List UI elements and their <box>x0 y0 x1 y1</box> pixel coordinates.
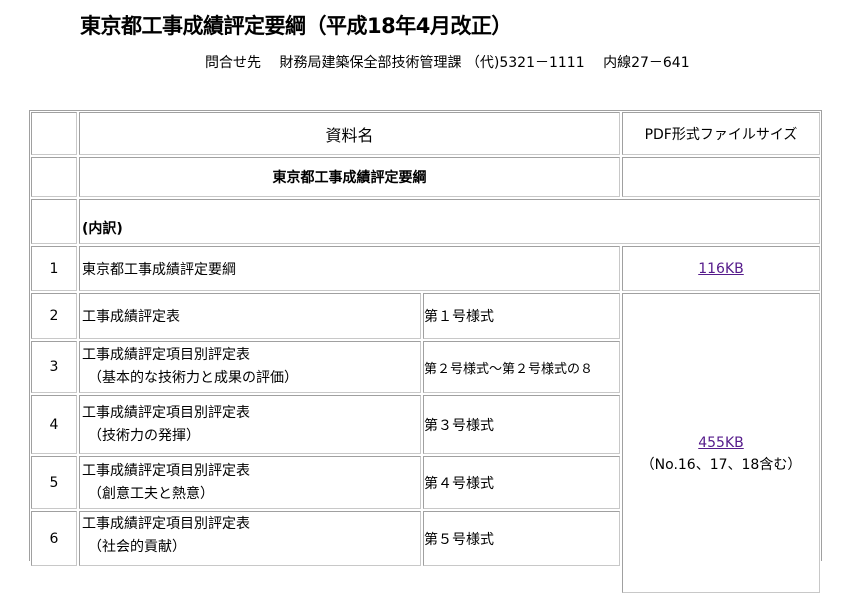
row-form: 第３号様式 <box>423 395 620 454</box>
row-number: 3 <box>31 341 77 393</box>
row-form: 第５号様式 <box>423 511 620 566</box>
row-subtitle: （創意工夫と熱意） <box>88 485 214 502</box>
contact-info: 問合せ先 財務局建築保全部技術管理課 （代)5321－1111 内線27－641 <box>205 55 690 71</box>
row-form: 第１号様式 <box>423 293 620 339</box>
pdf-link-116kb[interactable]: 116KB <box>698 261 744 277</box>
group-size-cell: 455KB （No.16、17、18含む） <box>622 293 820 593</box>
row-name: 工事成績評定表 <box>79 293 421 339</box>
empty-cell <box>31 157 77 197</box>
breakdown-label: (内訳) <box>79 199 820 244</box>
size-cell: 116KB <box>622 246 820 291</box>
row-number: 1 <box>31 246 77 291</box>
row-number: 2 <box>31 293 77 339</box>
row-name: 工事成績評定項目別評定表 <box>82 462 250 479</box>
group-size-note: （No.16、17、18含む） <box>640 457 802 473</box>
row-subtitle: （社会的貢献） <box>88 539 186 555</box>
row-number: 6 <box>31 511 77 566</box>
row-name-cell: 工事成績評定項目別評定表 （社会的貢献） <box>79 511 421 566</box>
row-form: 第２号様式～第２号様式の８ <box>423 341 620 393</box>
row-number: 5 <box>31 456 77 509</box>
row-name: 東京都工事成績評定要綱 <box>79 246 620 291</box>
row-name-cell: 工事成績評定項目別評定表 （創意工夫と熱意） <box>79 456 421 509</box>
row-name: 工事成績評定項目別評定表 <box>82 516 250 532</box>
row-form: 第４号様式 <box>423 456 620 509</box>
header-no-cell <box>31 112 77 155</box>
main-title-cell: 東京都工事成績評定要綱 <box>79 157 620 197</box>
row-subtitle: （技術力の発揮） <box>88 427 200 444</box>
row-name: 工事成績評定項目別評定表 <box>82 404 250 421</box>
pdf-link-455kb[interactable]: 455KB <box>698 432 744 454</box>
page-title: 東京都工事成績評定要綱（平成18年4月改正） <box>80 14 512 38</box>
row-number: 4 <box>31 395 77 454</box>
row-name: 工事成績評定項目別評定表 <box>82 347 250 363</box>
header-size: PDF形式ファイルサイズ <box>622 112 820 155</box>
empty-cell <box>622 157 820 197</box>
row-name-cell: 工事成績評定項目別評定表 （技術力の発揮） <box>79 395 421 454</box>
header-name: 資料名 <box>79 112 620 155</box>
row-name-cell: 工事成績評定項目別評定表 （基本的な技術力と成果の評価） <box>79 341 421 393</box>
empty-cell <box>31 199 77 244</box>
row-subtitle: （基本的な技術力と成果の評価） <box>88 370 298 386</box>
